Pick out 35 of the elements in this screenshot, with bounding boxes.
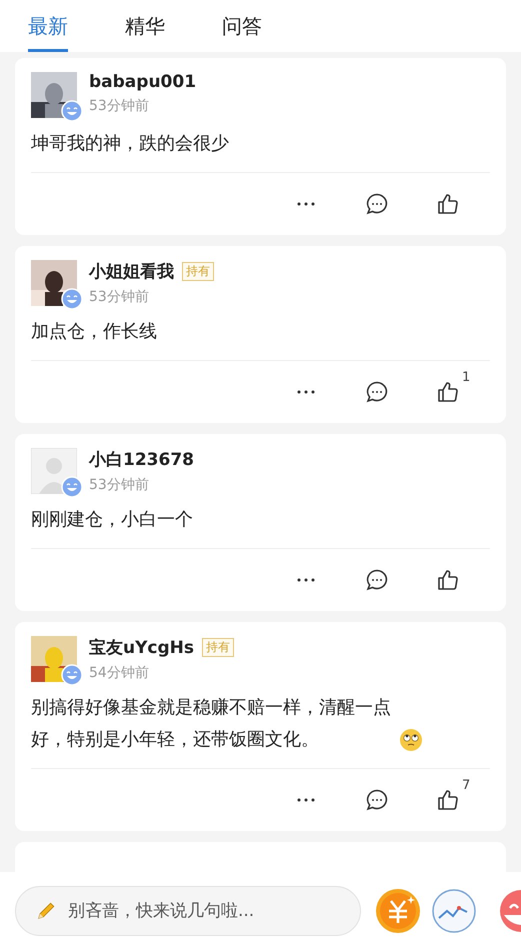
comment-field[interactable]: 别吝啬，快来说几句啦... bbox=[15, 886, 361, 936]
username[interactable]: 小白123678 bbox=[89, 448, 194, 471]
post-time: 53分钟前 bbox=[89, 288, 150, 306]
username[interactable]: 小姐姐看我 bbox=[89, 260, 174, 283]
comment-icon[interactable] bbox=[365, 568, 389, 592]
smiley-badge-icon bbox=[61, 288, 83, 310]
post-text: 别搞得好像基金就是稳赚不赔一样，清醒一点好，特别是小年轻，还带饭圈文化。 bbox=[31, 696, 392, 752]
post-text: 刚刚建仓，小白一个 bbox=[31, 508, 193, 532]
tab[interactable]: 最新 bbox=[28, 0, 68, 52]
thumbs-up-icon[interactable] bbox=[436, 568, 460, 592]
post-text: 加点仓，作长线 bbox=[31, 320, 157, 344]
smiley-icon[interactable] bbox=[498, 888, 521, 934]
holding-badge: 持有 bbox=[182, 262, 214, 281]
holding-badge: 持有 bbox=[202, 638, 234, 657]
username[interactable]: 宝友uYcgHs bbox=[89, 636, 194, 659]
smiley-badge-icon bbox=[61, 664, 83, 686]
comment-icon[interactable] bbox=[365, 788, 389, 812]
comment-icon[interactable] bbox=[365, 380, 389, 404]
thumbs-up-icon[interactable] bbox=[436, 788, 460, 812]
smiley-badge-icon bbox=[61, 100, 83, 122]
post-time: 53分钟前 bbox=[89, 97, 150, 115]
tab[interactable]: 精华 bbox=[125, 0, 165, 52]
chart-icon[interactable] bbox=[431, 888, 477, 934]
thumbs-up-icon[interactable] bbox=[436, 380, 460, 404]
like-count: 1 bbox=[462, 370, 470, 385]
username[interactable]: babapu001 bbox=[89, 72, 196, 92]
comment-icon[interactable] bbox=[365, 192, 389, 216]
post-time: 53分钟前 bbox=[89, 476, 150, 494]
like-count: 7 bbox=[462, 778, 470, 793]
post-time: 54分钟前 bbox=[89, 664, 150, 682]
thumbs-up-icon[interactable] bbox=[436, 192, 460, 216]
post-text: 坤哥我的神，跌的会很少 bbox=[31, 132, 229, 156]
smiley-badge-icon bbox=[61, 476, 83, 498]
tab[interactable]: 问答 bbox=[222, 0, 262, 52]
eye-roll-emoji-icon bbox=[399, 728, 423, 752]
